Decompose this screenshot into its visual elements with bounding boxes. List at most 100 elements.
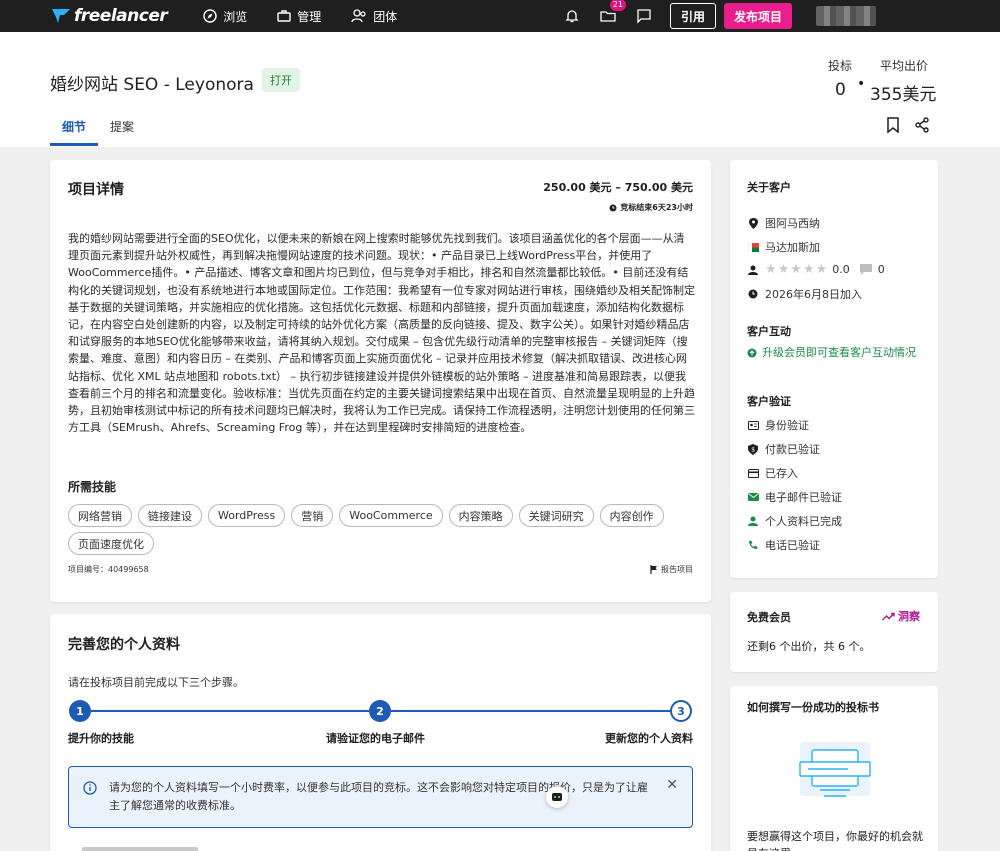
review-count: 0 (877, 263, 885, 276)
tab-details[interactable]: 细节 (62, 118, 86, 135)
tab-proposals[interactable]: 提案 (110, 118, 134, 135)
nav-browse-label: 浏览 (223, 9, 248, 24)
rating-stars: ★★★★★ (765, 262, 829, 277)
post-project-button[interactable]: 发布项目 (723, 3, 792, 29)
report-label: 报告项目 (661, 565, 693, 574)
project-details-title: 项目详情 (68, 182, 124, 198)
skill-chip[interactable]: 内容创作 (599, 504, 664, 527)
review-bubble-icon (859, 264, 872, 276)
bell-icon[interactable] (562, 6, 582, 26)
clock-icon (609, 204, 617, 211)
phone-icon (747, 539, 759, 551)
skill-chip[interactable]: WooCommerce (339, 504, 443, 527)
verify-phone-text: 电话已验证 (765, 539, 820, 552)
report-project-link[interactable]: 报告项目 (650, 564, 693, 575)
madagascar-flag-icon (747, 241, 759, 253)
client-joined-text: 2026年6月8日加入 (765, 288, 862, 301)
project-header: 婚纱网站 SEO - Leyonora 打开 投标 平均出价 0 • 355美元… (0, 32, 1000, 147)
page-title: 婚纱网站 SEO - Leyonora (50, 75, 254, 95)
location-pin-icon (747, 217, 759, 229)
step-2-label: 请验证您的电子邮件 (326, 732, 425, 745)
skills-title: 所需技能 (68, 480, 117, 494)
folder-icon[interactable]: 21 (598, 0, 626, 26)
membership-title: 免费会员 (747, 611, 791, 624)
verify-deposit-text: 已存入 (765, 467, 798, 480)
stat-separator: • (857, 76, 866, 92)
nav-manage-label: 管理 (297, 9, 322, 24)
client-city-text: 图阿马西纳 (765, 217, 820, 230)
nav-groups[interactable]: 团体 (351, 8, 397, 25)
skill-chip[interactable]: 网络营销 (68, 504, 132, 527)
user-check-icon (747, 515, 759, 527)
folder-badge: 21 (609, 0, 626, 11)
skill-chip[interactable]: 营销 (291, 504, 334, 527)
step-1-label: 提升你的技能 (68, 732, 134, 745)
share-icon[interactable] (914, 117, 930, 137)
verify-profile: 个人资料已完成 (747, 513, 842, 529)
user-icon (747, 264, 759, 276)
verify-identity-text: 身份验证 (765, 419, 809, 432)
verify-deposit: 已存入 (747, 465, 798, 481)
project-description: 我的婚纱网站需要进行全面的SEO优化，以便未来的新娘在网上搜索时能够优先找到我们… (68, 232, 695, 435)
client-rating: ★★★★★ 0.0 0 (747, 262, 885, 277)
insight-label: 洞察 (898, 610, 920, 623)
svg-text:$: $ (751, 446, 755, 453)
nav-manage[interactable]: 管理 (277, 8, 321, 25)
upgrade-membership-link[interactable]: 升级会员即可查看客户互动情况 (747, 344, 927, 363)
envelope-icon (747, 491, 759, 503)
verify-phone: 电话已验证 (747, 537, 820, 553)
client-city: 图阿马西纳 (747, 215, 820, 231)
client-country: 马达加斯加 (747, 239, 820, 255)
hourly-rate-info-box: 请为您的个人资料填写一个小时费率，以便参与此项目的竞标。这不会影响您对特定项目的… (68, 766, 693, 828)
bookmark-icon[interactable] (886, 117, 900, 137)
chat-bot-icon[interactable] (546, 786, 568, 808)
proposal-illustration-icon (799, 742, 871, 797)
free-membership-card: 免费会员 洞察 还剩6 个出价，共 6 个。 (730, 592, 938, 672)
logo-text: freelancer (74, 6, 168, 26)
skill-chip[interactable]: 页面速度优化 (68, 532, 154, 555)
about-client-card: 关于客户 图阿马西纳 马达加斯加 ★★★★★ 0.0 0 2026年6月8日加入… (730, 160, 938, 578)
skill-chip[interactable]: 关键词研究 (518, 504, 594, 527)
skill-chip[interactable]: WordPress (208, 504, 286, 527)
project-details-card: 项目详情 250.00 美元 – 750.00 美元 竞标结束6天23小时 我的… (50, 160, 711, 602)
proposal-tips-card: 如何撰写一份成功的投标书 要想赢得这个项目，你最好的机会就是在这里... (730, 686, 938, 851)
complete-profile-title: 完善您的个人资料 (68, 637, 180, 653)
user-avatar[interactable] (816, 6, 876, 26)
nav-browse[interactable]: 浏览 (203, 8, 247, 25)
message-icon[interactable] (634, 6, 654, 26)
verify-email-text: 电子邮件已验证 (765, 491, 842, 504)
client-joined: 2026年6月8日加入 (747, 286, 862, 302)
step-3-circle[interactable]: 3 (670, 700, 692, 722)
freelancer-logo[interactable]: freelancer (50, 6, 168, 26)
info-text: 请为您的个人资料填写一个小时费率，以便参与此项目的竞标。这不会影响您对特定项目的… (109, 781, 648, 812)
info-icon (83, 780, 97, 799)
id-card-icon (747, 419, 759, 431)
verify-payment-text: 付款已验证 (765, 443, 820, 456)
cite-button[interactable]: 引用 (669, 3, 716, 29)
complete-profile-card: 完善您的个人资料 请在投标项目前完成以下三个步骤。 1 2 3 提升你的技能 请… (50, 614, 711, 851)
skill-chip[interactable]: 内容策略 (448, 504, 513, 527)
project-id: 项目编号：40499658 (68, 565, 149, 574)
tips-title: 如何撰写一份成功的投标书 (747, 701, 879, 714)
status-badge: 打开 (262, 68, 300, 92)
upgrade-link-text: 升级会员即可查看客户互动情况 (762, 346, 916, 359)
budget-range: 250.00 美元 – 750.00 美元 (543, 181, 693, 194)
skill-chip[interactable]: 链接建设 (138, 504, 202, 527)
nav-groups-label: 团体 (373, 9, 398, 24)
close-icon[interactable]: ✕ (666, 777, 678, 793)
trend-up-icon (882, 612, 895, 620)
step-2-circle[interactable]: 2 (369, 700, 391, 722)
active-tab-indicator (50, 143, 98, 146)
tips-text: 要想赢得这个项目，你最好的机会就是在这里... (747, 830, 923, 851)
top-nav: freelancer 浏览 管理 团体 21 引用 发布项目 (0, 0, 1000, 32)
avg-bid-label: 平均出价 (880, 59, 929, 73)
step-1-circle[interactable]: 1 (69, 700, 91, 722)
insight-link[interactable]: 洞察 (882, 608, 920, 624)
rating-value: 0.0 (832, 263, 850, 276)
steps-intro: 请在投标项目前完成以下三个步骤。 (68, 676, 244, 689)
client-verification-title: 客户验证 (747, 395, 791, 408)
verify-email: 电子邮件已验证 (747, 489, 842, 505)
credit-card-icon (747, 467, 759, 479)
verify-profile-text: 个人资料已完成 (765, 515, 842, 528)
compass-icon (203, 9, 217, 23)
